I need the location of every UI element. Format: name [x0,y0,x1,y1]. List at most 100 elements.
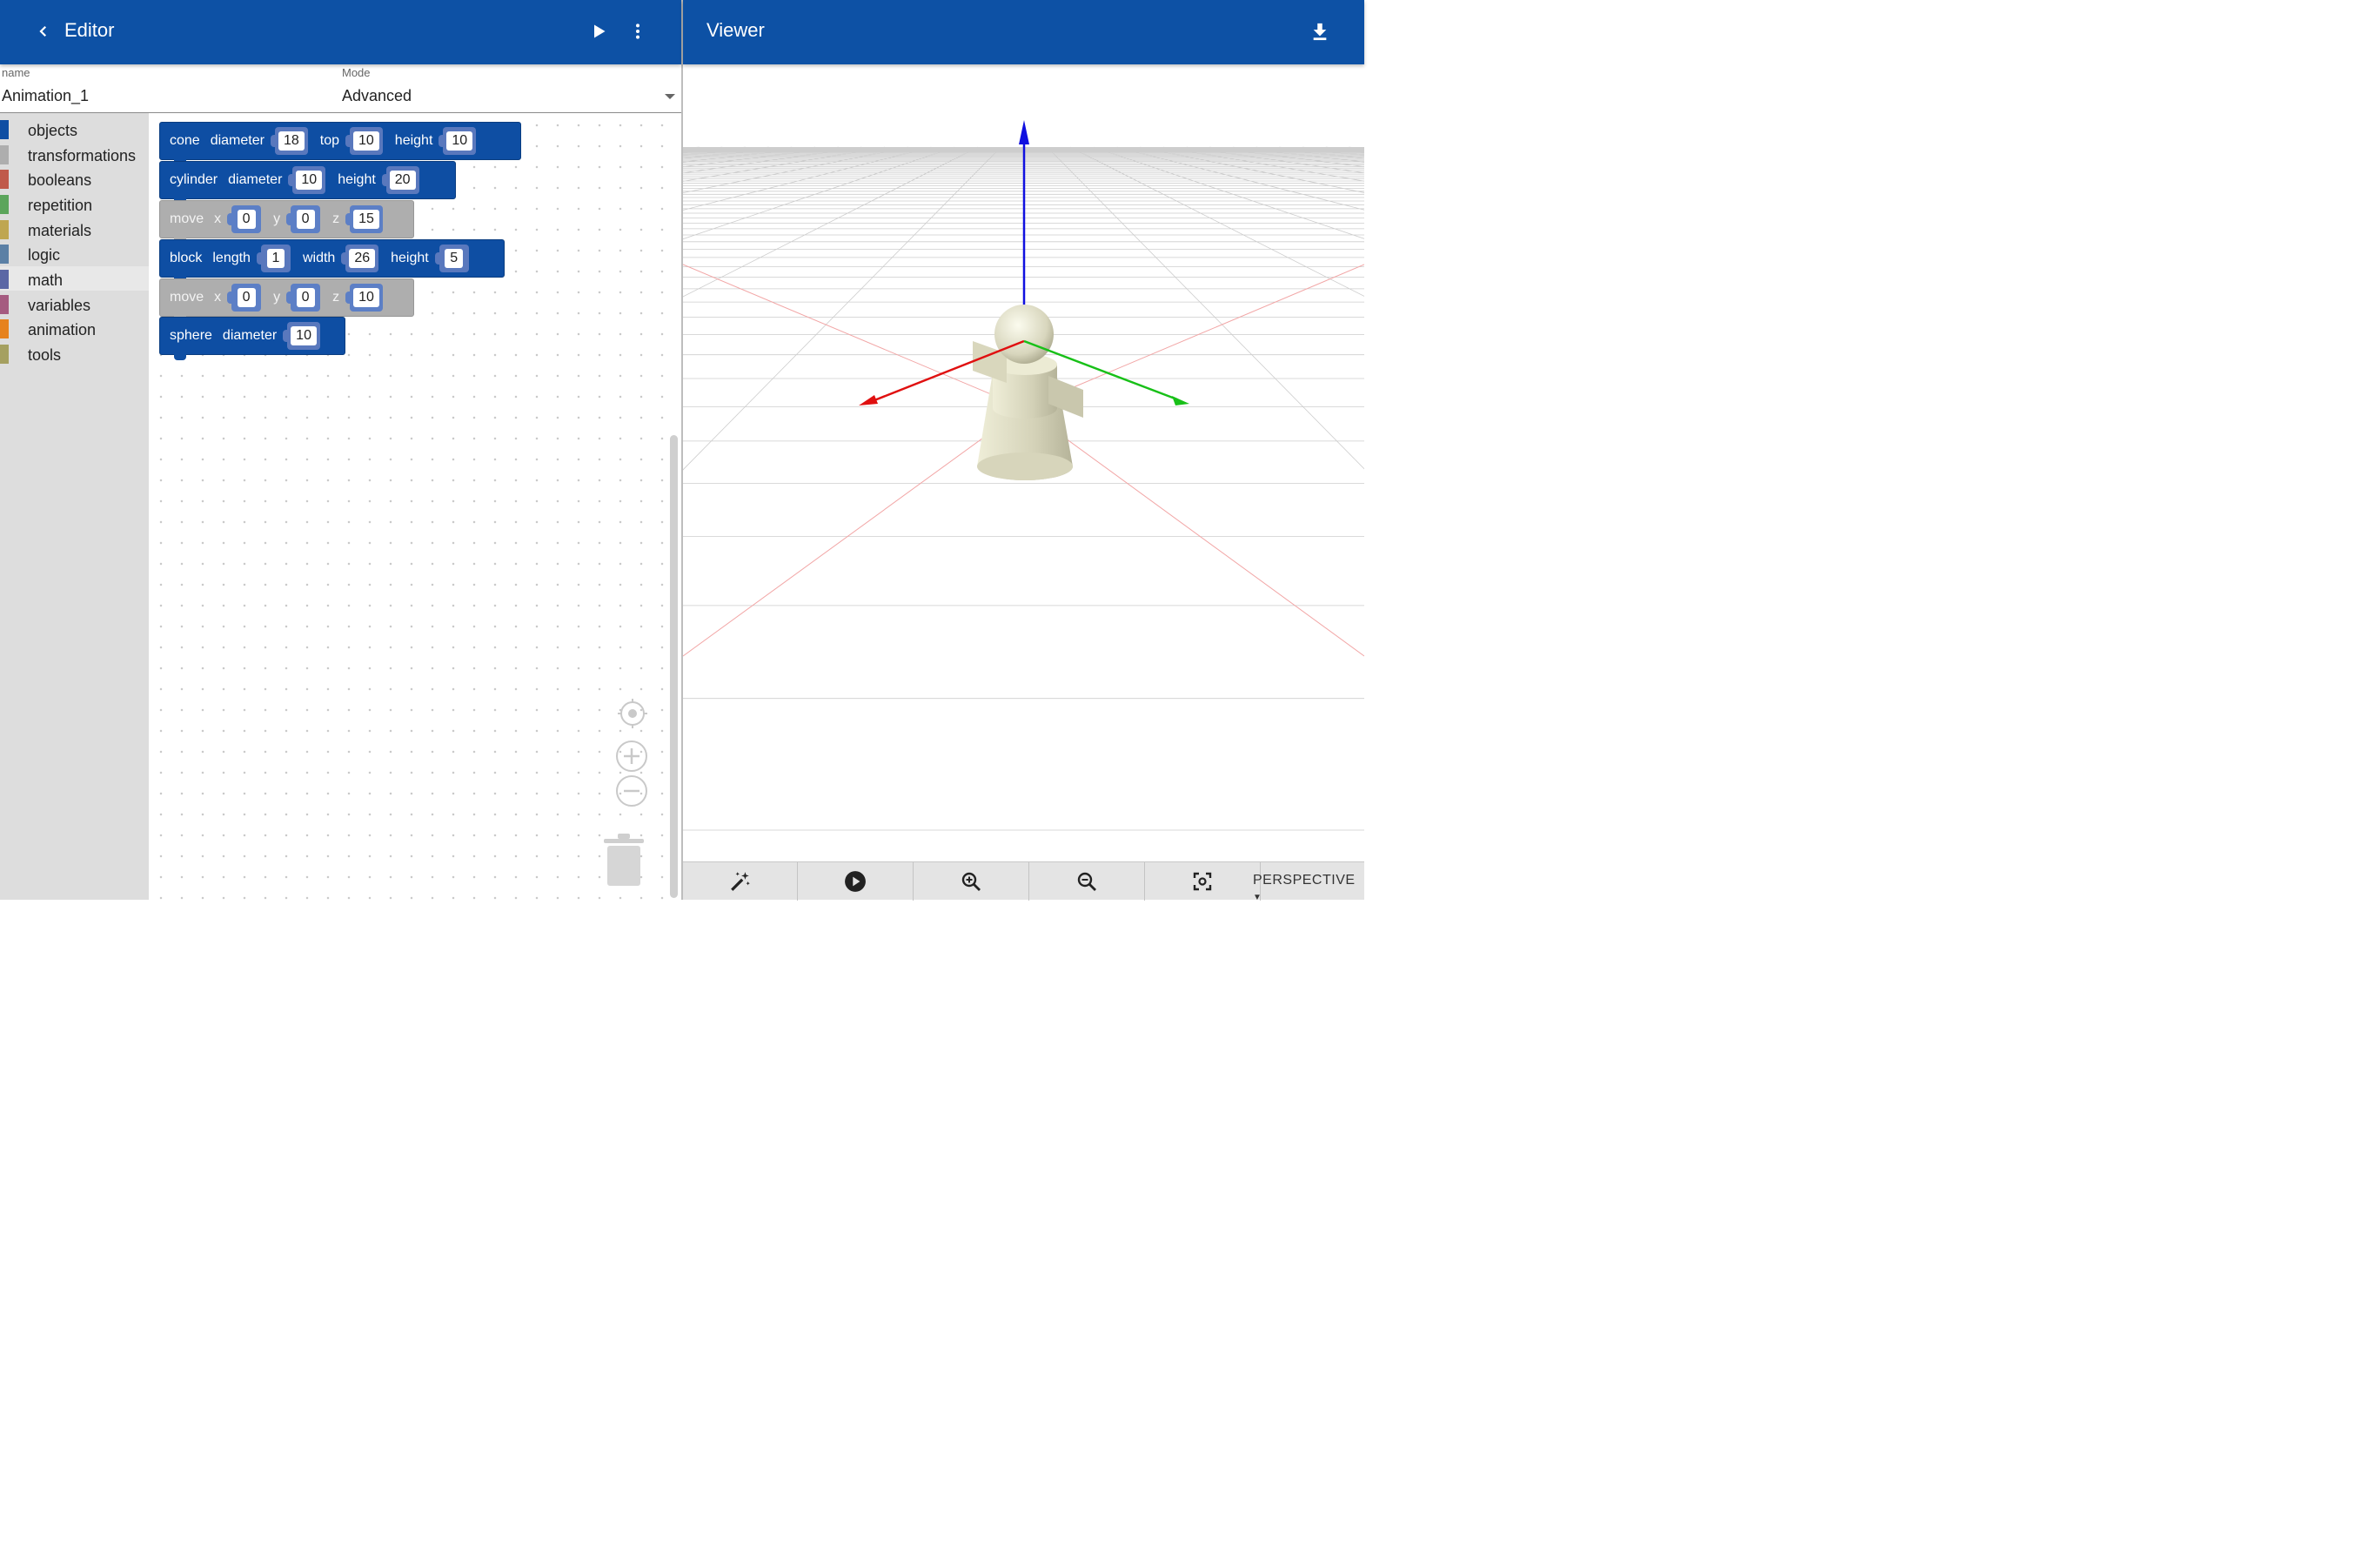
number-field[interactable]: 18 [278,131,305,151]
move-block[interactable]: move x 0 y 0 z 10 [159,278,414,322]
number-field[interactable]: 10 [353,131,379,151]
trash-can[interactable] [602,832,646,888]
editor-fields: name Animation_1 Mode Advanced [0,64,681,113]
number-field[interactable]: 0 [237,210,256,229]
dropdown-arrow-icon[interactable] [664,92,676,101]
param-label: length [212,251,251,265]
number-slot: 18 [270,127,308,155]
number-field[interactable]: 10 [353,288,379,307]
projection-select[interactable]: PERSPECTIVE ▼ [1253,873,1364,904]
play-animation-button[interactable] [798,862,914,901]
x-axis-arrow [859,395,878,405]
sky [683,64,1364,125]
mode-label: Mode [342,66,371,79]
param-label: height [391,251,429,265]
sphere [994,305,1054,364]
number-slot: 20 [381,166,419,194]
number-field[interactable]: 0 [237,288,256,307]
cylinder-block[interactable]: cylinder diameter 10 height 20 [159,161,456,204]
category-animation[interactable]: animation [0,316,149,340]
param-label: z [332,290,340,305]
block-name: sphere [170,328,212,343]
number-slot: 10 [439,127,477,155]
cone-block[interactable]: cone diameter 18 top 10 height 10 [159,122,521,165]
category-label: transformations [28,147,137,164]
category-color-swatch [0,295,9,314]
3d-viewport[interactable] [683,64,1364,861]
move-block[interactable]: move x 0 y 0 z 15 [159,200,414,244]
category-transformations[interactable]: transformations [0,142,149,166]
number-field[interactable]: 15 [353,210,379,229]
recenter-button[interactable] [617,698,648,729]
download-button[interactable] [1308,19,1332,44]
focus-button[interactable] [1145,862,1261,901]
name-field[interactable]: Animation_1 [2,87,89,105]
sphere-block[interactable]: sphere diameter 10 [159,317,345,360]
category-color-swatch [0,195,9,214]
number-slot: 0 [286,205,321,233]
mode-select[interactable]: Advanced [342,87,412,105]
param-label: y [273,290,281,305]
category-color-swatch [0,270,9,289]
3d-scene [683,64,1364,831]
param-label: x [214,290,222,305]
category-math[interactable]: math [0,266,149,291]
category-label: variables [28,297,91,314]
number-slot: 0 [286,284,321,312]
param-label: x [214,211,222,226]
category-label: materials [28,222,92,239]
category-repetition[interactable]: repetition [0,191,149,216]
viewer-title: Viewer [706,19,765,41]
param-label: height [338,172,376,187]
category-variables[interactable]: variables [0,291,149,316]
more-vert-icon [636,23,639,39]
category-booleans[interactable]: booleans [0,166,149,191]
number-slot: 1 [256,245,291,272]
cone-base [977,452,1073,480]
workspace-scrollbar[interactable] [670,435,678,898]
category-logic[interactable]: logic [0,241,149,265]
auto-view-button[interactable] [683,862,798,901]
number-slot: 26 [341,245,379,272]
category-objects[interactable]: objects [0,117,149,141]
run-button[interactable] [586,19,611,44]
block-block[interactable]: block length 1 width 26 height 5 [159,239,505,283]
number-field[interactable]: 10 [296,171,323,190]
category-color-swatch [0,145,9,164]
category-label: math [28,271,64,289]
category-label: repetition [28,197,93,214]
param-label: diameter [210,133,264,148]
more-menu-button[interactable] [626,19,650,44]
viewer-toolbar: PERSPECTIVE ▼ [683,861,1364,902]
number-slot: 10 [283,322,320,350]
number-field[interactable]: 0 [296,210,315,229]
projection-value: PERSPECTIVE [1253,873,1356,888]
editor-app-bar: Editor [0,0,681,64]
back-button[interactable] [31,19,56,44]
viewer-zoom-in-button[interactable] [914,862,1029,901]
number-slot: 0 [227,284,262,312]
number-slot: 15 [345,205,383,233]
workspace-zoom-in-button[interactable] [616,740,647,772]
category-label: tools [28,346,62,364]
block-name: cone [170,133,200,148]
number-field[interactable]: 0 [296,288,315,307]
chevron-left-icon [39,25,47,37]
number-field[interactable]: 20 [389,171,416,190]
category-color-swatch [0,345,9,364]
number-field[interactable]: 1 [266,249,285,268]
param-label: height [394,133,433,148]
number-field[interactable]: 26 [349,249,376,268]
viewer-zoom-out-button[interactable] [1029,862,1145,901]
param-label: z [332,211,340,226]
number-slot: 10 [288,166,326,194]
number-field[interactable]: 10 [446,131,473,151]
number-field[interactable]: 10 [291,326,317,345]
number-field[interactable]: 5 [445,249,464,268]
param-label: diameter [228,172,283,187]
category-tools[interactable]: tools [0,341,149,365]
category-label: animation [28,321,97,338]
workspace-zoom-out-button[interactable] [616,775,647,807]
category-color-swatch [0,319,9,338]
category-materials[interactable]: materials [0,217,149,241]
